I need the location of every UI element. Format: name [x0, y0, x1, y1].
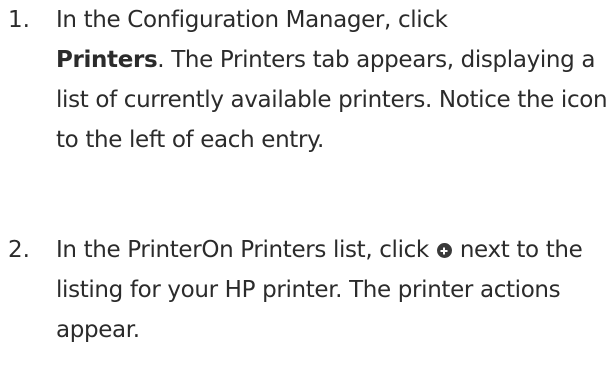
- step-1-number: 1.: [8, 7, 30, 33]
- printers-bold-label: Printers: [56, 47, 158, 73]
- step-2-text: In the PrinterOn Printers list, click ne…: [56, 230, 608, 350]
- step-1-text-before: In the Configuration Manager, click: [56, 7, 448, 33]
- step-1-text: In the Configuration Manager, click Print…: [56, 0, 608, 160]
- step-2-number: 2.: [8, 237, 30, 263]
- plus-circle-icon: [436, 243, 452, 258]
- step-2-text-before: In the PrinterOn Printers list, click: [56, 237, 429, 263]
